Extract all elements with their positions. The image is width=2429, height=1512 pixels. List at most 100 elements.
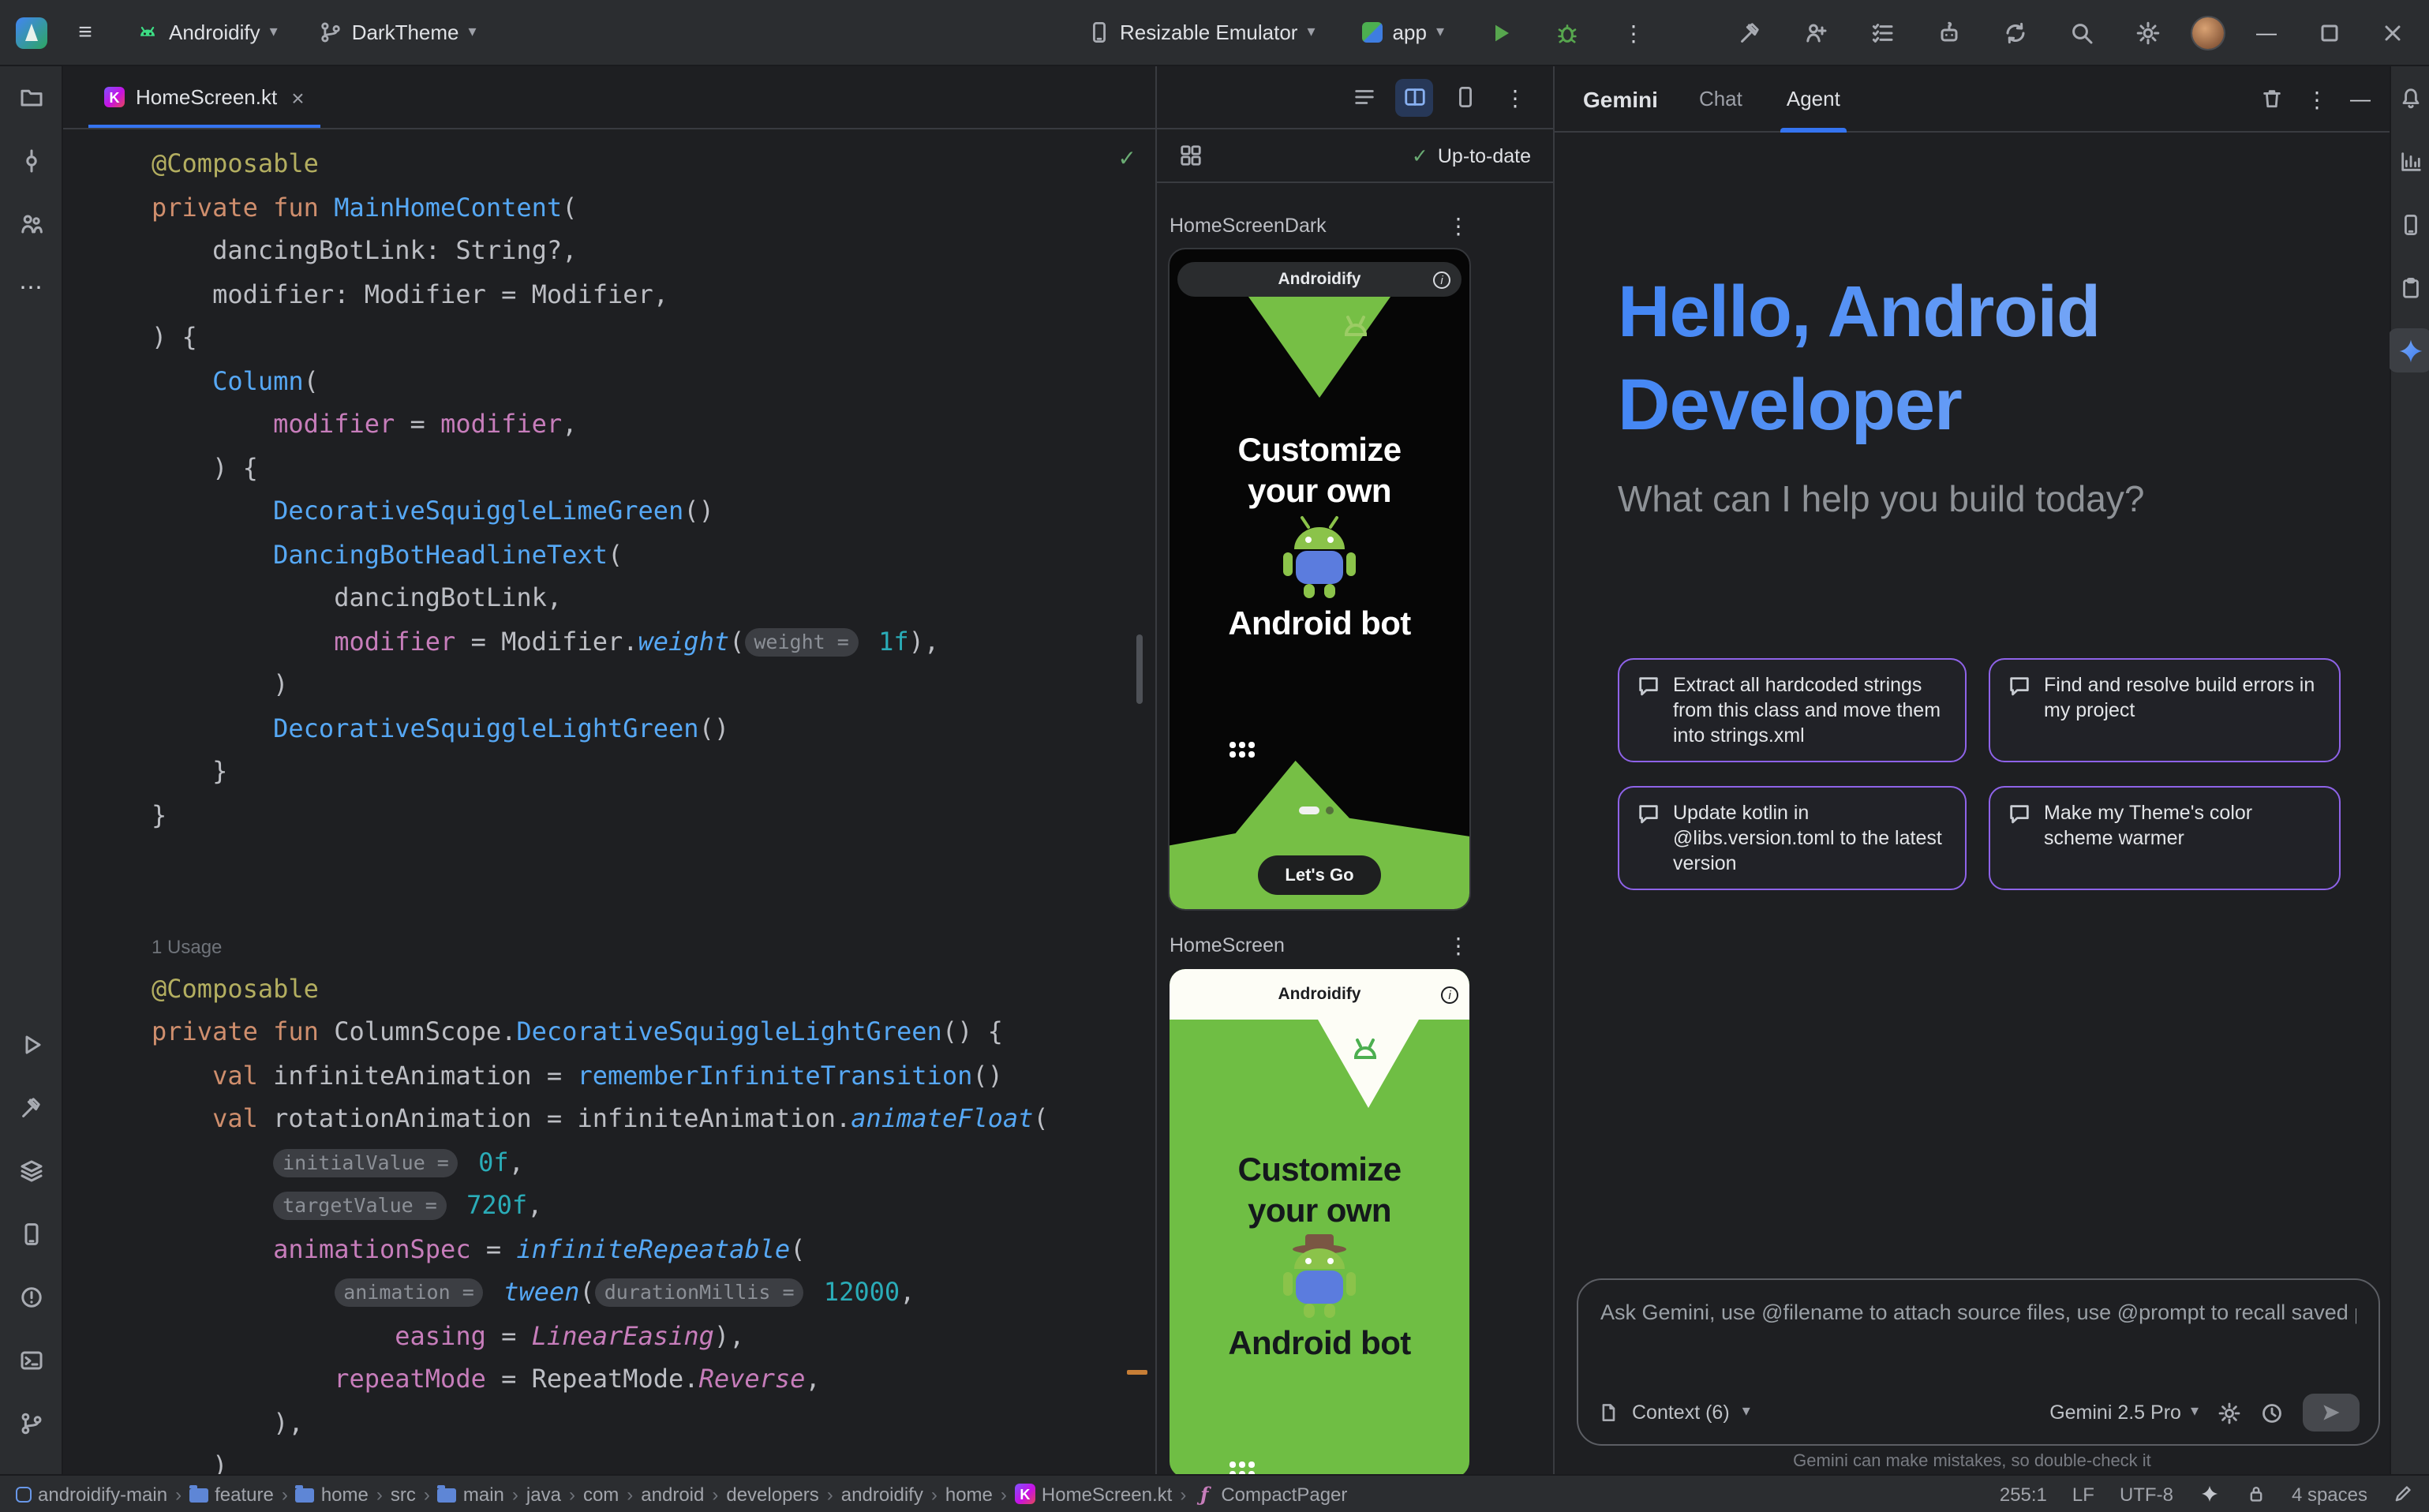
breadcrumb-item[interactable]: home — [945, 1483, 993, 1505]
code-line[interactable] — [152, 836, 1155, 880]
design-view-button[interactable] — [1446, 78, 1484, 116]
search-everywhere-button[interactable] — [2060, 10, 2104, 54]
kebab-icon[interactable]: ⋮ — [2306, 88, 2328, 110]
code-line[interactable]: animationSpec = infiniteRepeatable( — [152, 1227, 1155, 1271]
version-control-tool-button[interactable] — [9, 1402, 53, 1446]
lock-icon[interactable] — [2246, 1484, 2266, 1504]
code-line[interactable]: 1 Usage — [152, 923, 1155, 967]
code-line[interactable] — [152, 880, 1155, 923]
line-separator[interactable]: LF — [2072, 1483, 2094, 1505]
code-line[interactable]: Column( — [152, 359, 1155, 402]
breadcrumb-item[interactable]: feature — [189, 1483, 274, 1505]
build-tool-button[interactable] — [9, 1086, 53, 1130]
notifications-button[interactable] — [2388, 76, 2429, 120]
inspections-ok-icon[interactable]: ✓ — [1118, 145, 1136, 172]
device-selector[interactable]: Resizable Emulator ▾ — [1074, 10, 1328, 54]
maximize-window-button[interactable] — [2309, 12, 2350, 53]
code-line[interactable]: modifier = modifier, — [152, 402, 1155, 446]
code-editor[interactable]: @Composableprivate fun MainHomeContent( … — [63, 129, 1155, 1474]
gradle-sync-button[interactable] — [1993, 10, 2038, 54]
breadcrumb-item[interactable]: home — [296, 1483, 369, 1505]
gallery-grid-icon[interactable] — [1179, 144, 1203, 167]
code-line[interactable]: modifier: Modifier = Modifier, — [152, 272, 1155, 316]
breadcrumb-item[interactable]: ƒCompactPager — [1194, 1483, 1347, 1505]
more-tool-windows-button[interactable]: ⋯ — [9, 265, 53, 309]
gemini-input-box[interactable]: Ask Gemini, use @filename to attach sour… — [1577, 1278, 2380, 1446]
code-line[interactable]: DecorativeSquiggleLimeGreen() — [152, 489, 1155, 533]
code-line[interactable]: initialValue = 0f, — [152, 1140, 1155, 1184]
code-line[interactable]: easing = LinearEasing), — [152, 1314, 1155, 1357]
gemini-tool-button[interactable] — [2388, 328, 2429, 372]
warning-stripe-mark[interactable] — [1127, 1370, 1147, 1375]
project-widget[interactable]: Androidify ▾ — [123, 10, 290, 54]
code-view-button[interactable] — [1345, 78, 1383, 116]
lets-go-button[interactable]: Let's Go — [1258, 855, 1381, 895]
vcs-branch-widget[interactable]: DarkTheme ▾ — [306, 10, 489, 54]
kebab-icon[interactable]: ⋮ — [1447, 934, 1469, 956]
settings-button[interactable] — [2126, 10, 2170, 54]
indent-setting[interactable]: 4 spaces — [2292, 1483, 2367, 1505]
code-line[interactable]: animation = tween(durationMillis = 12000… — [152, 1271, 1155, 1314]
code-with-me-button[interactable] — [1795, 10, 1839, 54]
split-view-button[interactable] — [1395, 78, 1433, 116]
history-clock-icon[interactable] — [2260, 1401, 2284, 1424]
code-line[interactable]: } — [152, 750, 1155, 793]
preview-scroll-area[interactable]: HomeScreenDark ⋮ Androidify i Customize — [1157, 183, 1553, 1474]
layout-inspector-button[interactable] — [2388, 265, 2429, 309]
run-tool-button[interactable] — [9, 1023, 53, 1067]
send-button[interactable] — [2303, 1394, 2360, 1432]
kebab-icon[interactable]: ⋮ — [1447, 215, 1469, 237]
gear-icon[interactable] — [2218, 1401, 2241, 1424]
problems-tool-button[interactable] — [9, 1275, 53, 1319]
code-line[interactable]: modifier = Modifier.weight(weight = 1f), — [152, 619, 1155, 663]
code-line[interactable]: @Composable — [152, 967, 1155, 1010]
code-line[interactable]: DecorativeSquiggleLightGreen() — [152, 706, 1155, 750]
main-menu-button[interactable]: ≡ — [63, 10, 107, 54]
context-selector[interactable]: Context (6) ▾ — [1597, 1402, 1750, 1424]
close-tab-icon[interactable]: × — [291, 84, 304, 110]
code-line[interactable]: } — [152, 793, 1155, 836]
code-line[interactable]: private fun ColumnScope.DecorativeSquigg… — [152, 1010, 1155, 1054]
pull-requests-tool-button[interactable] — [9, 202, 53, 246]
file-encoding[interactable]: UTF-8 — [2120, 1483, 2173, 1505]
gemini-suggestion-card[interactable]: Update kotlin in @libs.version.toml to t… — [1618, 786, 1967, 890]
preview-options-button[interactable]: ⋮ — [1496, 78, 1534, 116]
code-line[interactable]: private fun MainHomeContent( — [152, 185, 1155, 229]
code-line[interactable]: targetValue = 720f, — [152, 1184, 1155, 1227]
breadcrumb-item[interactable]: java — [526, 1483, 561, 1505]
code-line[interactable]: ) { — [152, 446, 1155, 489]
device-manager-tool-button[interactable] — [9, 1212, 53, 1256]
code-line[interactable]: val infiniteAnimation = rememberInfinite… — [152, 1054, 1155, 1097]
trash-icon[interactable] — [2260, 87, 2284, 110]
gemini-suggestion-card[interactable]: Make my Theme's color scheme warmer — [1989, 786, 2341, 890]
breadcrumb-item[interactable]: com — [583, 1483, 619, 1505]
close-window-button[interactable] — [2372, 12, 2413, 53]
logcat-tool-button[interactable] — [9, 1149, 53, 1193]
task-list-button[interactable] — [1861, 10, 1905, 54]
run-button[interactable] — [1479, 10, 1523, 54]
studio-bot-button[interactable] — [1927, 10, 1971, 54]
breadcrumb-item[interactable]: developers — [726, 1483, 818, 1505]
debug-button[interactable] — [1545, 10, 1589, 54]
code-line[interactable]: ) — [152, 1444, 1155, 1474]
code-line[interactable]: dancingBotLink: String?, — [152, 229, 1155, 272]
gemini-suggestion-card[interactable]: Find and resolve build errors in my proj… — [1989, 658, 2341, 762]
breadcrumb-item[interactable]: main — [438, 1483, 504, 1505]
breadcrumb-item[interactable]: androidify-main — [16, 1483, 167, 1505]
code-line[interactable]: val rotationAnimation = infiniteAnimatio… — [152, 1097, 1155, 1140]
breadcrumb-item[interactable]: src — [391, 1483, 416, 1505]
profiler-button[interactable] — [2388, 139, 2429, 183]
terminal-tool-button[interactable] — [9, 1338, 53, 1383]
commit-tool-button[interactable] — [9, 139, 53, 183]
code-line[interactable]: ) { — [152, 316, 1155, 359]
code-content[interactable]: @Composableprivate fun MainHomeContent( … — [63, 129, 1155, 1474]
code-line[interactable]: dancingBotLink, — [152, 576, 1155, 619]
code-line[interactable]: repeatMode = RepeatMode.Reverse, — [152, 1357, 1155, 1401]
preview-homescreendark[interactable]: Androidify i Customize your own — [1170, 249, 1469, 909]
breadcrumb-item[interactable]: android — [641, 1483, 704, 1505]
tab-agent[interactable]: Agent — [1783, 65, 1843, 132]
build-button[interactable] — [1728, 10, 1772, 54]
code-line[interactable]: ) — [152, 663, 1155, 706]
preview-sync-status[interactable]: ✓ Up-to-date — [1412, 144, 1531, 167]
more-run-options-button[interactable]: ⋮ — [1611, 10, 1656, 54]
